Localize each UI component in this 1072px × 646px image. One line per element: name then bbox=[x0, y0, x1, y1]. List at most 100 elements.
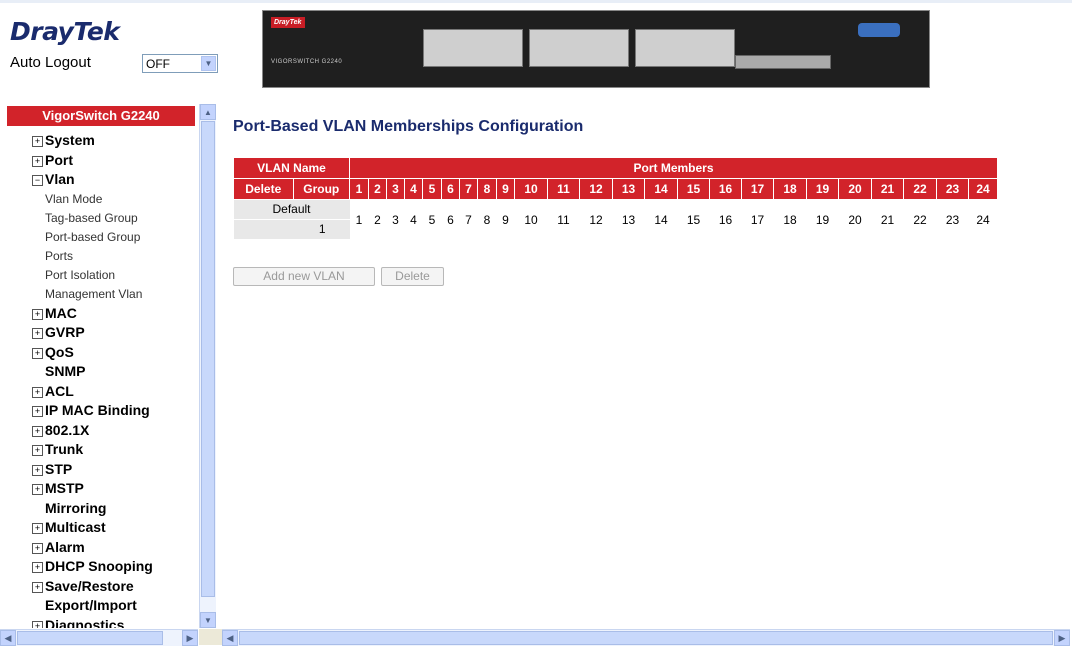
port-member-cell[interactable]: 12 bbox=[580, 200, 613, 241]
port-header-15: 15 bbox=[677, 178, 710, 200]
port-member-cell[interactable]: 14 bbox=[645, 200, 678, 241]
port-member-cell[interactable]: 9 bbox=[497, 200, 515, 241]
sidebar-title[interactable]: VigorSwitch G2240 bbox=[7, 106, 195, 126]
port-member-cell[interactable]: 4 bbox=[405, 200, 423, 241]
sidebar-item-label: Save/Restore bbox=[45, 577, 134, 594]
port-member-cell[interactable]: 17 bbox=[742, 200, 774, 241]
port-member-cell[interactable]: 23 bbox=[937, 200, 969, 241]
sidebar-horizontal-scrollbar[interactable]: ◀ ▶ bbox=[0, 629, 198, 646]
collapse-icon[interactable]: − bbox=[32, 175, 43, 186]
port-member-cell[interactable]: 6 bbox=[442, 200, 460, 241]
expand-icon[interactable]: + bbox=[32, 562, 43, 573]
sidebar-subitem-port-based-group[interactable]: Port-based Group bbox=[45, 230, 140, 244]
expand-icon[interactable]: + bbox=[32, 406, 43, 417]
sidebar-item-stp[interactable]: + STP bbox=[32, 461, 72, 477]
expand-icon[interactable]: + bbox=[32, 425, 43, 437]
sidebar-item-diagnostics[interactable]: + Diagnostics bbox=[32, 617, 124, 628]
scroll-left-icon[interactable]: ◀ bbox=[222, 630, 238, 646]
sidebar-item-mirroring[interactable]: Mirroring bbox=[45, 500, 106, 516]
port-header-23: 23 bbox=[936, 178, 969, 200]
sidebar-item-ip-mac-binding[interactable]: + IP MAC Binding bbox=[32, 402, 150, 418]
delete-button[interactable]: Delete bbox=[381, 267, 444, 286]
sidebar-item-802-1x[interactable]: +802.1X bbox=[32, 422, 89, 438]
port-member-cell[interactable]: 18 bbox=[774, 200, 807, 241]
main-horizontal-scrollbar[interactable]: ◀ ▶ bbox=[222, 629, 1070, 646]
scroll-down-icon[interactable]: ▼ bbox=[200, 612, 216, 628]
port-group-2 bbox=[529, 29, 629, 67]
scroll-thumb[interactable] bbox=[239, 631, 1053, 645]
port-member-cell[interactable]: 24 bbox=[969, 200, 998, 241]
expand-icon[interactable]: + bbox=[32, 445, 43, 456]
port-member-cell[interactable]: 13 bbox=[613, 200, 645, 241]
sidebar-item-port[interactable]: + Port bbox=[32, 152, 73, 168]
scroll-up-icon[interactable]: ▲ bbox=[200, 104, 216, 120]
sidebar-item-alarm[interactable]: + Alarm bbox=[32, 539, 85, 555]
sidebar-item-vlan[interactable]: − Vlan bbox=[32, 171, 75, 187]
device-badge: DrayTek bbox=[271, 17, 305, 28]
expand-icon[interactable]: + bbox=[32, 581, 43, 593]
expand-icon[interactable]: + bbox=[32, 620, 43, 628]
scroll-left-icon[interactable]: ◀ bbox=[0, 630, 16, 646]
port-member-cell[interactable]: 8 bbox=[478, 200, 497, 241]
add-new-vlan-button[interactable]: Add new VLAN bbox=[233, 267, 375, 286]
port-member-cell[interactable]: 20 bbox=[839, 200, 872, 241]
sidebar-item-acl[interactable]: + ACL bbox=[32, 383, 74, 399]
sidebar-item-label: 802.1X bbox=[45, 421, 90, 438]
port-member-cell[interactable]: 5 bbox=[423, 200, 442, 241]
port-member-cell[interactable]: 19 bbox=[807, 200, 839, 241]
sidebar-item-system[interactable]: + System bbox=[32, 132, 95, 148]
port-header-1: 1 bbox=[349, 178, 369, 200]
port-member-cell[interactable]: 11 bbox=[548, 200, 580, 241]
scroll-right-icon[interactable]: ▶ bbox=[1054, 630, 1070, 646]
port-member-cell[interactable]: 21 bbox=[872, 200, 904, 241]
sidebar-item-mstp[interactable]: + MSTP bbox=[32, 480, 84, 496]
sidebar-item-export-import[interactable]: Export/Import bbox=[45, 597, 137, 613]
port-member-cell[interactable]: 10 bbox=[515, 200, 548, 241]
scrollbar-corner bbox=[199, 629, 222, 645]
port-member-cell[interactable]: 7 bbox=[460, 200, 478, 241]
port-member-cell[interactable]: 22 bbox=[904, 200, 937, 241]
sidebar-item-qos[interactable]: + QoS bbox=[32, 344, 74, 360]
scroll-right-icon[interactable]: ▶ bbox=[182, 630, 198, 646]
expand-icon[interactable]: + bbox=[32, 484, 43, 495]
sidebar-subitem-ports[interactable]: Ports bbox=[45, 249, 73, 263]
expand-icon[interactable]: + bbox=[32, 464, 43, 476]
auto-logout-value: OFF bbox=[146, 57, 170, 71]
expand-icon[interactable]: + bbox=[32, 386, 43, 398]
sidebar-subitem-management-vlan[interactable]: Management Vlan bbox=[45, 287, 142, 301]
expand-icon[interactable]: + bbox=[32, 155, 43, 167]
sidebar-item-trunk[interactable]: + Trunk bbox=[32, 441, 83, 457]
sidebar-subitem-port-isolation[interactable]: Port Isolation bbox=[45, 268, 115, 282]
port-header-12: 12 bbox=[579, 178, 613, 200]
expand-icon[interactable]: + bbox=[32, 542, 43, 554]
port-member-cell[interactable]: 1 bbox=[350, 200, 369, 241]
port-member-cell[interactable]: 3 bbox=[387, 200, 405, 241]
expand-icon[interactable]: + bbox=[32, 328, 43, 339]
sidebar-item-mac[interactable]: + MAC bbox=[32, 305, 77, 321]
sidebar-item-dhcp-snooping[interactable]: + DHCP Snooping bbox=[32, 558, 153, 574]
expand-icon[interactable]: + bbox=[32, 136, 43, 147]
port-member-cell[interactable]: 15 bbox=[678, 200, 710, 241]
auto-logout-select[interactable]: OFF ▼ bbox=[142, 54, 218, 73]
scroll-thumb[interactable] bbox=[201, 121, 215, 597]
port-member-cell[interactable]: 16 bbox=[710, 200, 742, 241]
sidebar-item-snmp[interactable]: SNMP bbox=[45, 363, 85, 379]
vlan-membership-table: VLAN Name Port Members Delete Group 1234… bbox=[233, 157, 998, 240]
port-header-8: 8 bbox=[477, 178, 497, 200]
sidebar-item-label: ACL bbox=[45, 382, 74, 399]
port-header-7: 7 bbox=[459, 178, 478, 200]
expand-icon[interactable]: + bbox=[32, 523, 43, 534]
expand-icon[interactable]: + bbox=[32, 308, 43, 320]
chevron-down-icon[interactable]: ▼ bbox=[201, 56, 216, 71]
sidebar-item-label: IP MAC Binding bbox=[45, 402, 150, 418]
sidebar-subitem-vlan-mode[interactable]: Vlan Mode bbox=[45, 192, 102, 206]
sidebar-item-multicast[interactable]: + Multicast bbox=[32, 519, 106, 535]
scroll-thumb[interactable] bbox=[17, 631, 163, 645]
expand-icon[interactable]: + bbox=[32, 347, 43, 359]
sidebar-subitem-tag-based-group[interactable]: Tag-based Group bbox=[45, 211, 138, 225]
sidebar-item-gvrp[interactable]: + GVRP bbox=[32, 324, 85, 340]
sidebar-item-label: STP bbox=[45, 460, 73, 477]
port-member-cell[interactable]: 2 bbox=[369, 200, 387, 241]
sidebar-item-save-restore[interactable]: + Save/Restore bbox=[32, 578, 134, 594]
sidebar-vertical-scrollbar[interactable]: ▲ ▼ bbox=[199, 104, 216, 628]
